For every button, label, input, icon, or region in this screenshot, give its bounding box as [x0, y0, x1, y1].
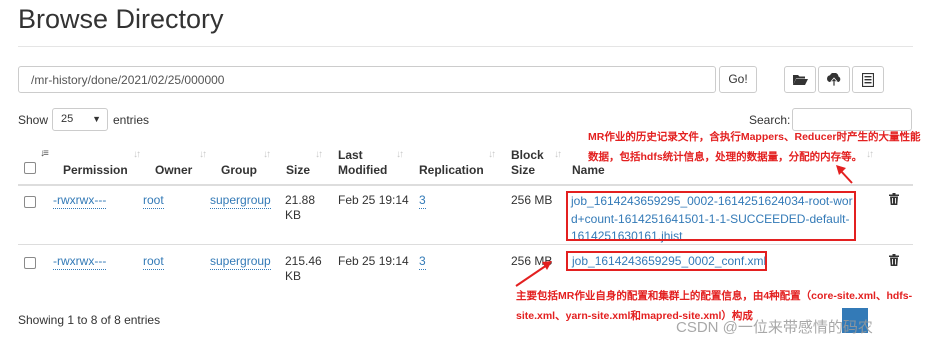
watermark: CSDN @一位来带感情的码农: [676, 319, 873, 336]
annotation-arrows: [515, 165, 853, 287]
arrow-head-icon: [542, 261, 552, 270]
